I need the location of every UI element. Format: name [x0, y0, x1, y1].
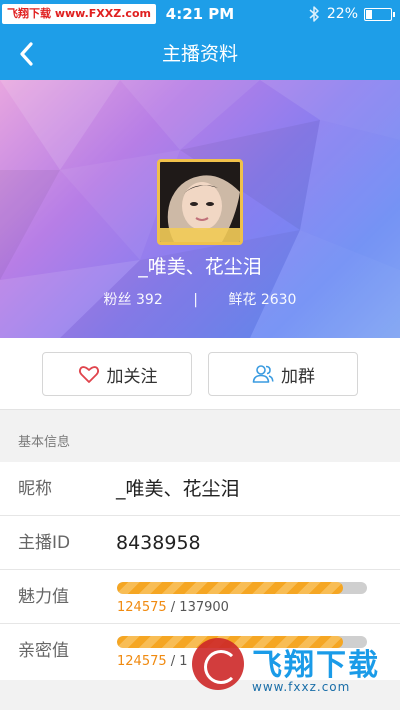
fans-count: 392	[136, 292, 163, 308]
anchor-id-label: 主播ID	[18, 533, 71, 553]
battery-fill	[366, 9, 372, 19]
join-group-button[interactable]: 加群	[208, 352, 358, 396]
charm-row: 魅力值 124575 / 137900	[0, 570, 400, 624]
follow-button[interactable]: 加关注	[42, 352, 192, 396]
profile-stats: 粉丝 392 | 鲜花 2630	[0, 289, 400, 311]
intimacy-total: / 1	[170, 654, 188, 669]
flowers-label: 鲜花	[228, 292, 257, 308]
watermark-url: www.fxxz.com	[252, 680, 351, 694]
avatar-photo	[160, 162, 240, 242]
nickname-label: 昵称	[18, 479, 52, 499]
status-bar: 飞翔下载 www.FXXZ.com 4:21 PM 22%	[0, 0, 400, 28]
page-title: 主播资料	[161, 43, 238, 65]
charm-label: 魅力值	[18, 587, 69, 607]
charm-total: / 137900	[170, 600, 229, 615]
battery-icon	[364, 7, 395, 21]
flowers-count: 2630	[260, 292, 297, 308]
nickname-row: 昵称 _唯美、花尘泪	[0, 462, 400, 516]
anchor-name: _唯美、花尘泪	[138, 256, 262, 278]
basic-info-list: 昵称 _唯美、花尘泪 主播ID 8438958 魅力值 124575 / 137…	[0, 462, 400, 680]
intimacy-current: 124575	[117, 654, 167, 669]
profile-header: _唯美、花尘泪 粉丝 392 | 鲜花 2630	[0, 80, 400, 338]
bluetooth-icon	[309, 6, 319, 22]
join-group-label: 加群	[281, 366, 315, 387]
charm-progress-bar	[117, 582, 367, 594]
chevron-left-icon[interactable]	[12, 38, 44, 70]
section-title: 基本信息	[18, 435, 71, 450]
intimacy-progress-fill	[117, 636, 343, 648]
intimacy-row: 亲密值 124575 / 1	[0, 624, 400, 680]
heart-icon	[78, 366, 99, 383]
charm-progress-fill	[117, 582, 343, 594]
nickname-value: _唯美、花尘泪	[116, 478, 240, 500]
stats-separator: |	[193, 292, 198, 308]
status-indicators: 22%	[307, 3, 395, 25]
group-users-icon	[252, 365, 274, 383]
avatar[interactable]	[157, 159, 243, 245]
action-bar: 加关注 加群	[0, 338, 400, 410]
anchor-id-value: 8438958	[116, 532, 201, 554]
intimacy-progress-bar	[117, 636, 367, 648]
charm-current: 124575	[117, 600, 167, 615]
anchor-id-row: 主播ID 8438958	[0, 516, 400, 570]
follow-label: 加关注	[106, 366, 158, 387]
battery-percent: 22%	[326, 6, 358, 22]
intimacy-progress-text: 124575 / 1	[117, 654, 188, 670]
charm-progress-text: 124575 / 137900	[117, 600, 229, 616]
nav-bar: 主播资料	[0, 28, 400, 80]
intimacy-label: 亲密值	[18, 641, 69, 661]
fans-label: 粉丝	[103, 292, 132, 308]
